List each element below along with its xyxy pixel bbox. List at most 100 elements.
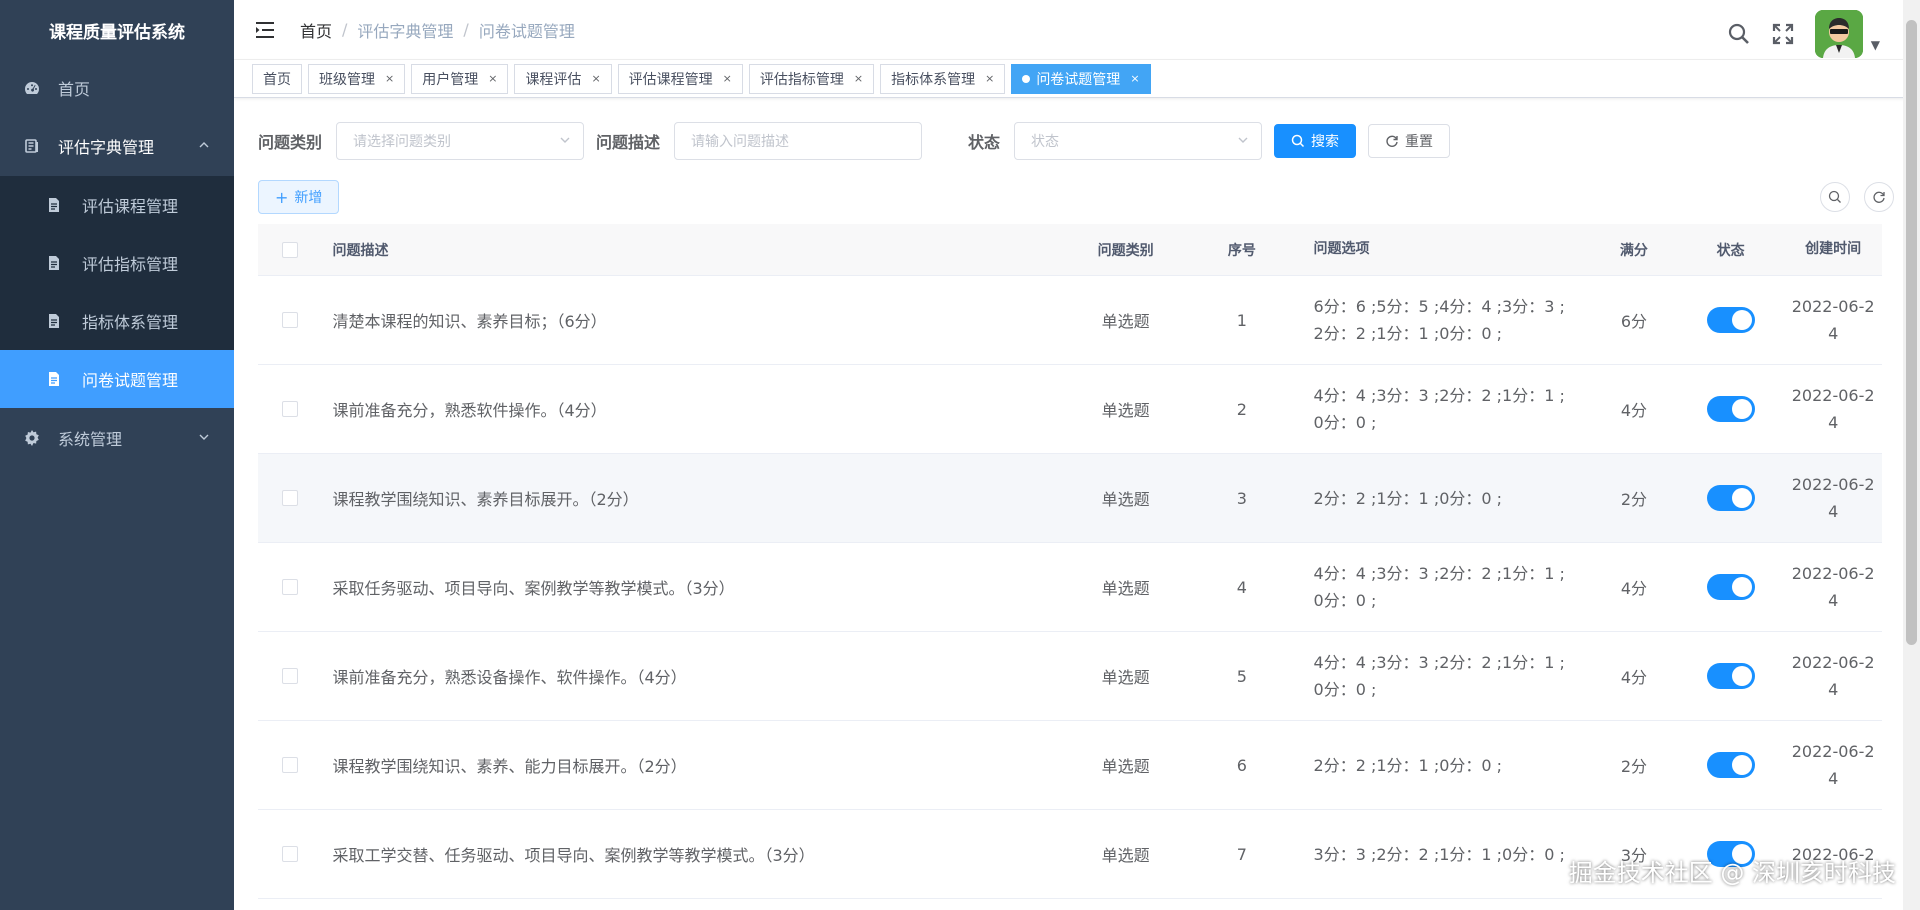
document-icon xyxy=(46,255,62,271)
tab-system-index[interactable]: 指标体系管理 × xyxy=(880,63,1006,94)
sidebar-item-label: 评估字典管理 xyxy=(58,138,155,157)
cell-options: 3分：3 ;2分：2 ;1分：1 ;0分：0 ; xyxy=(1313,844,1565,864)
sidebar-item-course[interactable]: 评估课程管理 xyxy=(0,176,234,234)
search-icon xyxy=(1828,190,1841,203)
add-button[interactable]: + 新增 xyxy=(258,180,340,214)
status-switch[interactable] xyxy=(1706,485,1755,511)
breadcrumb: 首页 / 评估字典管理 / 问卷试题管理 xyxy=(300,18,575,42)
tab-questions[interactable]: 问卷试题管理 × xyxy=(1011,63,1151,94)
close-icon[interactable]: × xyxy=(854,72,863,85)
tab-user[interactable]: 用户管理 × xyxy=(411,63,509,94)
navbar: 首页 / 评估字典管理 / 问卷试题管理 ▼ xyxy=(234,0,1920,60)
sidebar-item-indicator[interactable]: 评估指标管理 xyxy=(0,234,234,292)
search-icon[interactable] xyxy=(1727,22,1751,46)
table-row[interactable]: 清楚本课程的知识、素养目标；（6分） 单选题 1 6分：6 ;5分：5 ;4分：… xyxy=(258,276,1882,365)
desc-input[interactable]: 请输入问题描述 xyxy=(674,122,923,160)
close-icon[interactable]: × xyxy=(591,72,600,85)
cell-no: 2 xyxy=(1236,399,1247,419)
tab-indicator-manage[interactable]: 评估指标管理 × xyxy=(748,63,875,94)
cell-max: 4分 xyxy=(1620,579,1647,598)
cell-no: 1 xyxy=(1236,310,1247,330)
row-checkbox[interactable] xyxy=(282,846,299,862)
refresh-button[interactable] xyxy=(1864,182,1894,212)
cell-desc: 课程教学围绕知识、素养目标展开。（2分） xyxy=(332,490,639,509)
type-select[interactable]: 请选择问题类别 xyxy=(336,122,585,160)
col-options: 问题选项 xyxy=(1313,241,1370,257)
tab-class[interactable]: 班级管理 × xyxy=(308,63,406,94)
cell-type: 单选题 xyxy=(1101,579,1150,598)
table-row[interactable]: 采取任务驱动、项目导向、案例教学等教学模式。（3分） 单选题 4 4分：4 ;3… xyxy=(258,543,1882,632)
cell-options: 2分：2 ;1分：1 ;0分：0 ; xyxy=(1313,488,1503,508)
caret-down-icon[interactable]: ▼ xyxy=(1871,38,1880,52)
table-row[interactable]: 课程教学围绕知识、素养、能力目标展开。（2分） 单选题 6 2分：2 ;1分：1… xyxy=(258,721,1882,810)
close-icon[interactable]: × xyxy=(985,72,994,85)
cell-max: 4分 xyxy=(1620,668,1647,687)
close-icon[interactable]: × xyxy=(1130,72,1139,85)
sidebar-item-system[interactable]: 系统管理 xyxy=(0,408,234,468)
table-row[interactable]: 课前准备充分，熟悉软件操作。（4分） 单选题 2 4分：4 ;3分：3 ;2分：… xyxy=(258,365,1882,454)
status-switch[interactable] xyxy=(1706,396,1755,422)
row-checkbox[interactable] xyxy=(282,757,299,773)
sidebar-item-questions[interactable]: 问卷试题管理 xyxy=(0,350,234,408)
tab-home[interactable]: 首页 xyxy=(252,63,302,94)
hamburger-icon[interactable] xyxy=(254,19,276,41)
row-checkbox[interactable] xyxy=(282,401,299,417)
status-switch[interactable] xyxy=(1706,307,1755,333)
sidebar: 课程质量评估系统 首页 评估字典管理 评估课程管理 评估指标管理 指标体系管理 … xyxy=(0,0,234,910)
breadcrumb-separator: / xyxy=(342,20,348,39)
book-icon xyxy=(24,138,40,154)
status-switch[interactable] xyxy=(1706,752,1755,778)
row-checkbox[interactable] xyxy=(282,579,299,595)
cell-desc: 清楚本课程的知识、素养目标；（6分） xyxy=(332,312,607,331)
cell-time: 2022-06-2 4 xyxy=(1791,564,1875,610)
sidebar-item-label: 首页 xyxy=(58,80,91,99)
row-checkbox[interactable] xyxy=(282,312,299,328)
status-switch[interactable] xyxy=(1706,663,1755,689)
col-status: 状态 xyxy=(1716,242,1745,259)
cell-max: 6分 xyxy=(1620,312,1647,331)
sidebar-item-system-index[interactable]: 指标体系管理 xyxy=(0,292,234,350)
status-switch[interactable] xyxy=(1706,574,1755,600)
select-all-checkbox[interactable] xyxy=(282,241,299,258)
chevron-down-icon xyxy=(559,134,571,149)
cell-options: 4分：4 ;3分：3 ;2分：2 ;1分：1 ; 0分：0 ; xyxy=(1313,386,1565,432)
breadcrumb-home[interactable]: 首页 xyxy=(300,18,332,42)
close-icon[interactable]: × xyxy=(385,72,394,85)
cell-type: 单选题 xyxy=(1101,312,1150,331)
breadcrumb-dict[interactable]: 评估字典管理 xyxy=(357,18,453,42)
fullscreen-icon[interactable] xyxy=(1771,22,1795,46)
table-row[interactable]: 课前准备充分，熟悉设备操作、软件操作。（4分） 单选题 5 4分：4 ;3分：3… xyxy=(258,632,1882,721)
status-select[interactable]: 状态 xyxy=(1014,122,1263,160)
col-type: 问题类别 xyxy=(1097,242,1154,259)
cell-options: 4分：4 ;3分：3 ;2分：2 ;1分：1 ; 0分：0 ; xyxy=(1313,653,1565,699)
row-checkbox[interactable] xyxy=(282,668,299,684)
search-button[interactable]: 搜索 xyxy=(1274,124,1357,158)
table-tools xyxy=(1820,182,1894,212)
close-icon[interactable]: × xyxy=(488,72,497,85)
col-max: 满分 xyxy=(1619,242,1648,259)
table-row[interactable]: 课程教学围绕知识、素养目标展开。（2分） 单选题 3 2分：2 ;1分：1 ;0… xyxy=(258,454,1882,543)
document-icon xyxy=(46,371,62,387)
reset-button[interactable]: 重置 xyxy=(1368,124,1451,158)
cell-desc: 课前准备充分，熟悉软件操作。（4分） xyxy=(332,401,607,420)
close-icon[interactable]: × xyxy=(723,72,732,85)
type-label: 问题类别 xyxy=(258,133,323,152)
row-checkbox[interactable] xyxy=(282,490,299,506)
cell-type: 单选题 xyxy=(1101,401,1150,420)
sidebar-item-label: 指标体系管理 xyxy=(82,313,179,332)
dashboard-icon xyxy=(24,80,40,96)
toggle-search-button[interactable] xyxy=(1820,182,1850,212)
avatar[interactable] xyxy=(1814,10,1863,58)
cell-type: 单选题 xyxy=(1101,668,1150,687)
sidebar-item-dict[interactable]: 评估字典管理 xyxy=(0,116,234,176)
cell-desc: 课前准备充分，熟悉设备操作、软件操作。（4分） xyxy=(332,668,687,687)
main-content: 首页 / 评估字典管理 / 问卷试题管理 ▼ 首页 班级管理 × 用户管理 × … xyxy=(234,0,1920,910)
refresh-icon xyxy=(1873,191,1885,203)
cell-type: 单选题 xyxy=(1101,846,1150,865)
sidebar-item-home[interactable]: 首页 xyxy=(0,60,234,116)
tab-course-eval[interactable]: 课程评估 × xyxy=(514,63,612,94)
cell-no: 3 xyxy=(1236,488,1247,508)
tab-course-manage[interactable]: 评估课程管理 × xyxy=(617,63,743,94)
page-scrollbar[interactable] xyxy=(1903,0,1920,910)
watermark: 掘金技术社区 @ 深圳亥时科技 xyxy=(1568,859,1896,887)
